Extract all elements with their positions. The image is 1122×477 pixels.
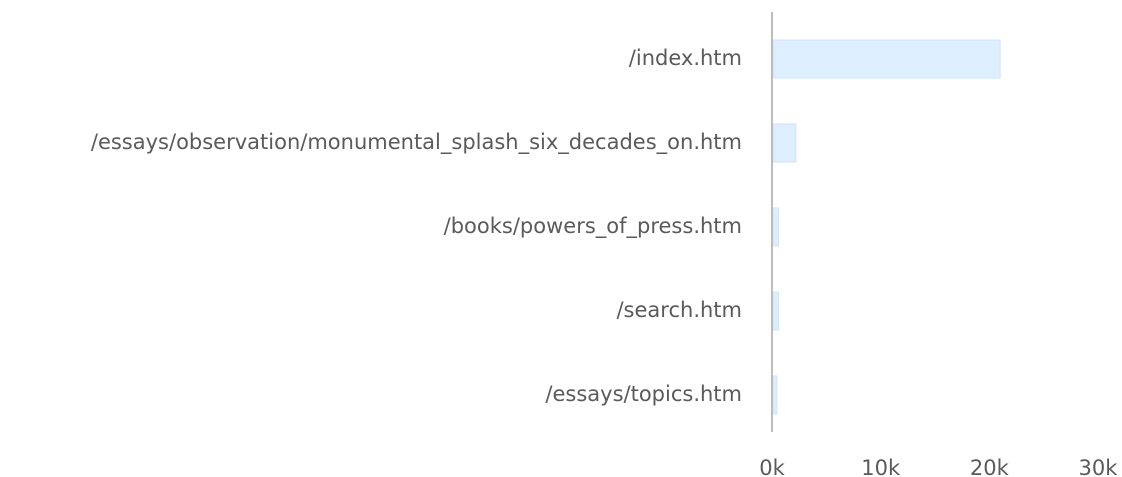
category-label-1: /essays/observation/monumental_splash_si…: [91, 130, 742, 155]
bar-2: [772, 207, 780, 247]
x-tick-label-2: 20k: [970, 456, 1010, 477]
category-label-4: /essays/topics.htm: [545, 382, 742, 406]
bar-3: [772, 291, 780, 331]
chart-canvas: /index.htm/essays/observation/monumental…: [91, 12, 1118, 477]
x-tick-label-3: 30k: [1079, 456, 1119, 477]
category-label-0: /index.htm: [629, 46, 742, 70]
bar-0: [772, 39, 1001, 79]
category-label-3: /search.htm: [616, 298, 742, 322]
x-tick-label-0: 0k: [759, 456, 785, 477]
bar-1: [772, 123, 797, 163]
bar-chart: /index.htm/essays/observation/monumental…: [0, 0, 1122, 477]
x-tick-labels: 0k 10k 20k 30k: [759, 456, 1118, 477]
category-labels: /index.htm/essays/observation/monumental…: [91, 46, 742, 406]
bars-layer: [772, 39, 1001, 415]
bar-4: [772, 375, 778, 415]
category-label-2: /books/powers_of_press.htm: [444, 214, 742, 239]
x-tick-label-1: 10k: [861, 456, 901, 477]
